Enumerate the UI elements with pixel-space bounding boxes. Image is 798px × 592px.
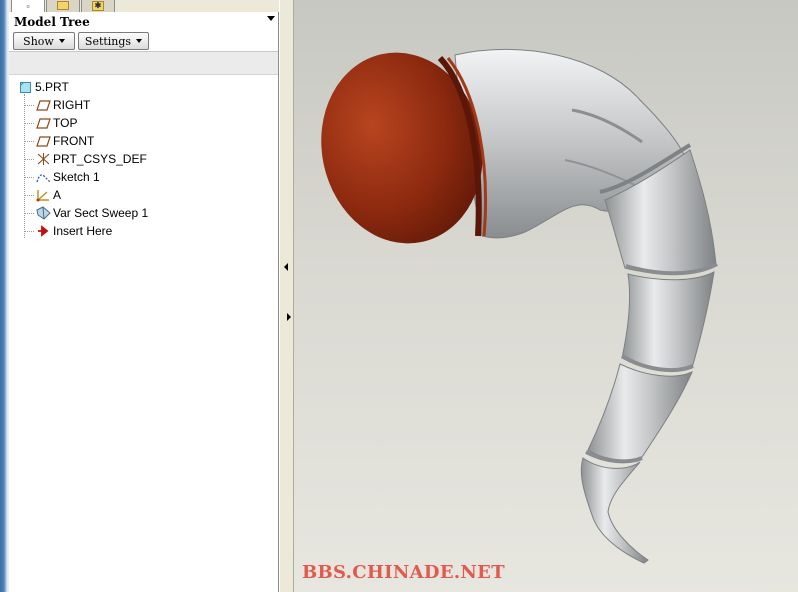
tree-item-label: A xyxy=(53,188,62,202)
tab-favorites[interactable]: ✱ xyxy=(81,0,115,12)
tree-item-top[interactable]: TOP xyxy=(9,114,278,132)
tree-branch-line xyxy=(24,105,34,106)
datum-plane-icon xyxy=(35,98,51,112)
settings-button[interactable]: Settings xyxy=(78,32,149,50)
collapse-left-icon[interactable] xyxy=(284,263,288,271)
navigator-tabs: ▫ ✱ xyxy=(9,0,279,12)
tree-branch-line xyxy=(24,195,34,196)
show-button[interactable]: Show xyxy=(13,32,75,50)
window-edge xyxy=(0,0,9,592)
tree-item-label: Sketch 1 xyxy=(53,170,100,184)
panel-splitter[interactable] xyxy=(280,0,294,592)
tree-branch-line xyxy=(24,213,34,214)
chevron-down-icon xyxy=(136,39,143,43)
model-tree-list: 5.PRT RIGHT TOP FRONT PRT_CSYS_DEF Sketc… xyxy=(9,75,278,240)
tree-item-label: Insert Here xyxy=(53,224,113,238)
tree-branch-line xyxy=(24,141,34,142)
tree-item-label: 5.PRT xyxy=(35,80,69,94)
model-tree-title: Model Tree xyxy=(14,15,90,29)
tree-item-label: PRT_CSYS_DEF xyxy=(53,152,147,166)
datum-plane-icon xyxy=(35,134,51,148)
tree-branch-line xyxy=(24,231,34,232)
tree-branch-line xyxy=(24,159,34,160)
tree-branch-line xyxy=(24,123,34,124)
tree-item-var-sect-sweep-1[interactable]: Var Sect Sweep 1 xyxy=(9,204,278,222)
coordinate-system-icon xyxy=(35,188,51,202)
horn-tip xyxy=(580,457,649,564)
folder-icon xyxy=(57,1,69,10)
tree-item-a[interactable]: A xyxy=(9,186,278,204)
settings-button-label: Settings xyxy=(84,34,132,48)
tree-item-label: FRONT xyxy=(53,134,95,148)
graphics-viewport[interactable]: BBS.CHINADE.NET xyxy=(294,0,798,592)
expand-right-icon[interactable] xyxy=(287,313,291,321)
horn-mid-segment xyxy=(621,271,715,371)
insert-here-arrow-icon xyxy=(35,224,51,238)
show-button-label: Show xyxy=(23,34,54,48)
chevron-down-icon xyxy=(58,39,65,43)
favorites-icon: ✱ xyxy=(92,0,104,11)
tree-item-root[interactable]: 5.PRT xyxy=(9,78,278,96)
panel-menu-arrow-icon[interactable] xyxy=(267,16,275,21)
tree-branch-line xyxy=(24,177,34,178)
tab-model-tree[interactable]: ▫ xyxy=(11,0,45,12)
tree-item-label: RIGHT xyxy=(53,98,91,112)
coordinate-system-icon xyxy=(35,152,51,166)
tree-item-sketch-1[interactable]: Sketch 1 xyxy=(9,168,278,186)
watermark-text: BBS.CHINADE.NET xyxy=(302,562,505,583)
model-tree-header: Model Tree Show Settings xyxy=(9,12,278,52)
model-tree-panel: Model Tree Show Settings 5.PRT RIGHT TOP… xyxy=(9,12,279,592)
model-3d-view[interactable] xyxy=(294,0,798,592)
datum-plane-icon xyxy=(35,116,51,130)
tree-item-label: Var Sect Sweep 1 xyxy=(53,206,149,220)
tree-item-insert-here[interactable]: Insert Here xyxy=(9,222,278,240)
horn-lower-segment xyxy=(587,363,693,461)
model-tree-tab-icon: ▫ xyxy=(26,0,30,11)
sweep-icon xyxy=(35,206,51,220)
part-icon xyxy=(17,80,33,94)
tree-filter-bar[interactable] xyxy=(9,52,278,75)
tab-folder-browser[interactable] xyxy=(46,0,80,12)
tree-item-label: TOP xyxy=(53,116,78,130)
tree-item-front[interactable]: FRONT xyxy=(9,132,278,150)
tree-item-prt-csys-def[interactable]: PRT_CSYS_DEF xyxy=(9,150,278,168)
sketch-icon xyxy=(35,170,51,184)
tree-item-right[interactable]: RIGHT xyxy=(9,96,278,114)
